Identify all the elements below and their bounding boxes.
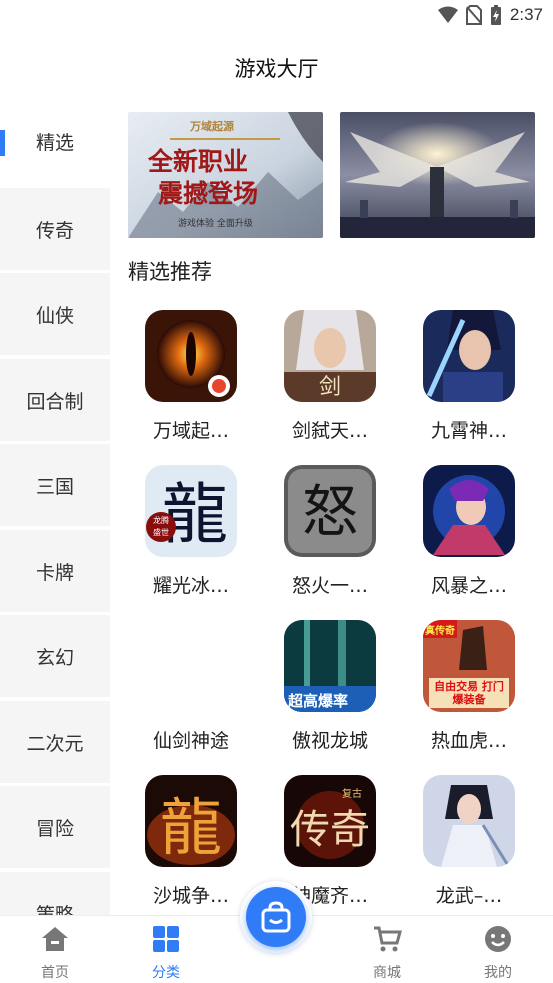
tab-home[interactable]: 首页: [10, 916, 100, 983]
svg-text:龙腾: 龙腾: [153, 515, 169, 525]
game-card[interactable]: 剑 剑弑天…: [267, 310, 387, 460]
fury-character-icon: 怒: [284, 465, 376, 557]
icon-tag: 复古: [342, 789, 362, 800]
sidebar-item-label: 策略: [35, 904, 74, 915]
tab-label: 首页: [41, 965, 69, 981]
legend-trade-icon: 真传奇 自由交易 打门爆装备: [423, 620, 515, 712]
game-card[interactable]: 九霄神…: [406, 310, 526, 460]
category-sidebar: 精选 传奇 仙侠 回合制 三国 卡牌 玄幻 二次元 冒险 策略: [0, 100, 110, 915]
high-drop-rate-icon: 超高爆率: [284, 620, 376, 712]
icon-glyph: 龍: [162, 476, 228, 553]
status-time: 2:37: [509, 5, 543, 24]
active-indicator: [0, 130, 5, 156]
status-icons: 2:37: [437, 5, 543, 25]
dragon-eye-icon: [145, 310, 237, 402]
white-hair-hero-icon: 剑: [284, 310, 376, 402]
game-name: 仙剑神途: [152, 730, 229, 752]
banner-wanyu[interactable]: 万域起源 全新职业 震撼登场 游戏体验 全面升级: [128, 112, 323, 238]
game-name: 傲视龙城: [291, 730, 368, 752]
dragon-character-icon: 龍 龙腾 盛世: [145, 465, 237, 557]
icon-glyph: 龍: [160, 791, 222, 864]
shopping-bag-icon: [261, 901, 291, 933]
sidebar-item-label: 冒险: [35, 817, 74, 840]
shop-fab-button[interactable]: [240, 881, 312, 953]
banner-headline-1: 全新职业: [148, 147, 249, 176]
tab-category[interactable]: 分类: [121, 916, 211, 983]
game-card[interactable]: 怒 怒火一…: [267, 465, 387, 615]
game-card[interactable]: 仙剑神途: [128, 620, 248, 770]
page-title: 游戏大厅: [234, 57, 319, 81]
sidebar-item-label: 玄幻: [35, 646, 74, 669]
tab-label: 我的: [484, 965, 512, 981]
profile-face-icon: [485, 926, 511, 952]
icon-tag: 真传奇: [425, 626, 455, 637]
game-name: 热血虎…: [430, 730, 507, 752]
game-card[interactable]: 真传奇 自由交易 打门爆装备 热血虎…: [406, 620, 526, 770]
svg-text:剑: 剑: [319, 375, 341, 400]
banner-headline-2: 震撼登场: [158, 179, 259, 208]
sidebar-item-label: 传奇: [35, 219, 74, 242]
sidebar-item-xuanhuan[interactable]: 玄幻: [0, 615, 110, 697]
swordswoman-icon: [423, 775, 515, 867]
sidebar-item-huihezhi[interactable]: 回合制: [0, 359, 110, 441]
sidebar-item-erciyuan[interactable]: 二次元: [0, 701, 110, 783]
game-card[interactable]: 万域起…: [128, 310, 248, 460]
sidebar-item-label: 二次元: [26, 732, 84, 755]
banner-angel-city[interactable]: [340, 112, 535, 238]
tab-label: 分类: [152, 965, 180, 981]
sidebar-item-label: 卡牌: [35, 561, 74, 584]
tab-label: 商城: [373, 965, 401, 981]
svg-text:盛世: 盛世: [153, 527, 169, 537]
game-name: 怒火一…: [291, 575, 368, 597]
game-card[interactable]: 超高爆率 傲视龙城: [267, 620, 387, 770]
sidebar-item-label: 精选: [35, 131, 74, 154]
banner-subtitle: 游戏体验 全面升级: [178, 219, 253, 229]
game-name: 剑弑天…: [291, 420, 368, 442]
sidebar-item-label: 仙侠: [35, 304, 74, 327]
game-name: 风暴之…: [430, 575, 507, 597]
game-name: 沙城争…: [152, 885, 229, 907]
fab-inner: [246, 887, 306, 947]
banner-brand: 万域起源: [190, 120, 234, 133]
sidebar-item-chuanqi[interactable]: 传奇: [0, 188, 110, 270]
sidebar-item-celue[interactable]: 策略: [0, 872, 110, 915]
tab-mall[interactable]: 商城: [342, 916, 432, 983]
game-card[interactable]: 龍 沙城争…: [128, 775, 248, 915]
fire-dragon-icon: 龍: [145, 775, 237, 867]
game-card[interactable]: 风暴之…: [406, 465, 526, 615]
sidebar-item-maoxian[interactable]: 冒险: [0, 786, 110, 868]
main-content: 万域起源 全新职业 震撼登场 游戏体验 全面升级 精选推荐 万域起… 剑 剑弑天…: [110, 100, 553, 915]
game-name: 耀光冰…: [152, 575, 229, 597]
tab-mine[interactable]: 我的: [453, 916, 543, 983]
icon-glyph: 传奇: [290, 807, 370, 853]
icon-badge: 自由交易 打门爆装备: [434, 680, 504, 706]
cart-icon: [374, 926, 402, 952]
sidebar-item-kapai[interactable]: 卡牌: [0, 530, 110, 612]
sidebar-item-xianxia[interactable]: 仙侠: [0, 273, 110, 355]
sidebar-item-jingxuan[interactable]: 精选: [0, 100, 110, 182]
sidebar-item-label: 回合制: [26, 390, 84, 413]
category-grid-icon: [153, 926, 179, 952]
status-bar: 2:37: [0, 0, 553, 32]
home-icon: [42, 927, 68, 951]
section-title: 精选推荐: [128, 260, 212, 284]
sidebar-item-label: 三国: [35, 475, 74, 498]
page-header: 游戏大厅: [0, 40, 553, 96]
game-card[interactable]: 龍 龙腾 盛世 耀光冰…: [128, 465, 248, 615]
game-name: 龙武–…: [435, 885, 503, 907]
battery-icon: [490, 5, 501, 25]
icon-glyph: 怒: [302, 480, 358, 545]
sidebar-item-sanguo[interactable]: 三国: [0, 444, 110, 526]
icon-badge: 超高爆率: [288, 692, 349, 710]
wifi-icon: [437, 6, 458, 23]
swordsman-icon: [423, 310, 515, 402]
game-card[interactable]: 龙武–…: [406, 775, 526, 915]
game-name: 万域起…: [152, 420, 229, 442]
anime-warrior-icon: [423, 465, 515, 557]
game-name: 九霄神…: [430, 420, 507, 442]
no-sim-icon: [465, 5, 482, 25]
legend-retro-icon: 传奇 复古: [284, 775, 376, 867]
